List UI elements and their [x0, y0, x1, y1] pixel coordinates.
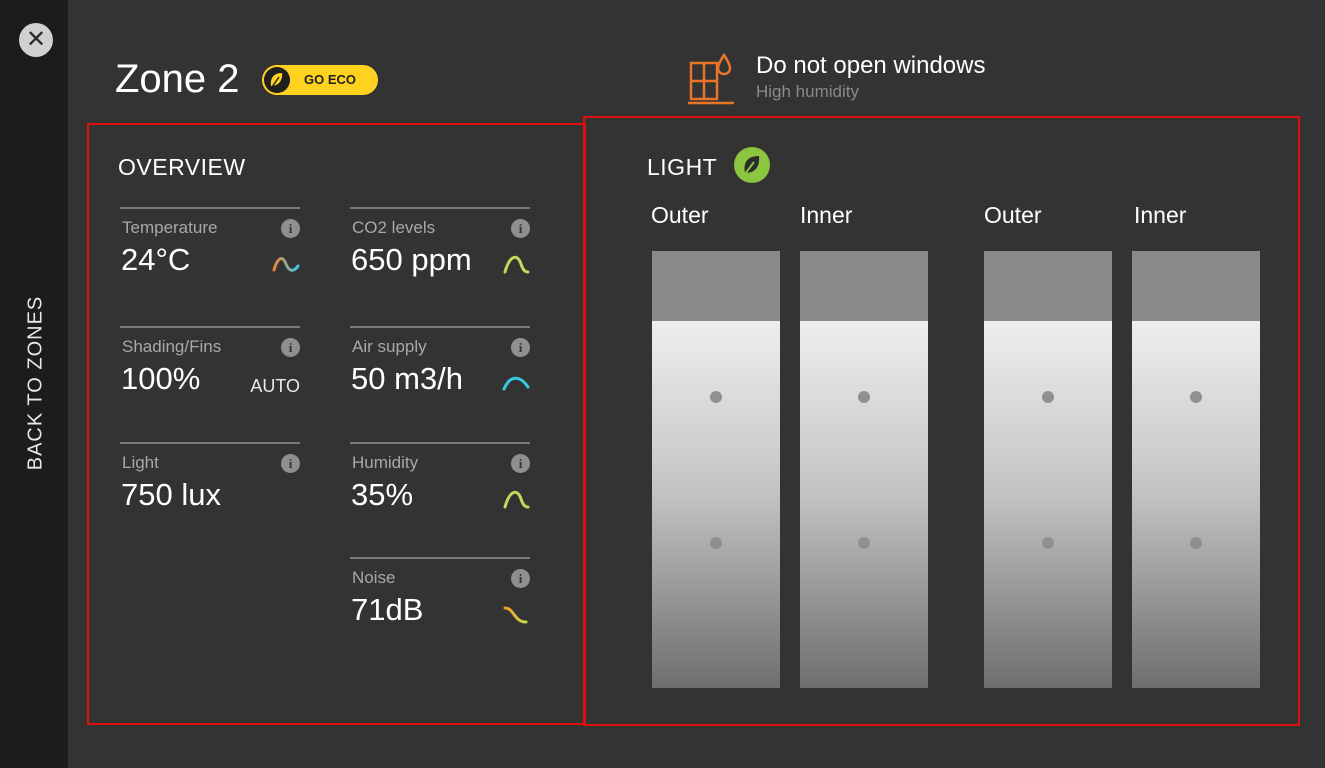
info-icon[interactable]: i: [511, 219, 530, 238]
blind-shade: [1132, 251, 1260, 321]
overview-title: OVERVIEW: [118, 154, 246, 180]
blind-handle[interactable]: [1190, 537, 1202, 549]
metric-label: Temperature: [122, 218, 218, 237]
go-eco-label: GO ECO: [304, 72, 357, 87]
blind-slider[interactable]: [800, 251, 928, 688]
metric-label: CO2 levels: [352, 218, 436, 237]
eco-leaf-icon: [734, 147, 770, 183]
metric-noise: Noise i 71dB: [350, 557, 530, 651]
info-icon[interactable]: i: [281, 454, 300, 473]
metric-label: Shading/Fins: [122, 337, 222, 356]
leaf-icon: [264, 67, 290, 93]
blind-shade: [800, 251, 928, 321]
blind-handle[interactable]: [1042, 537, 1054, 549]
window-humidity-icon: [688, 52, 734, 105]
blind-slider[interactable]: [652, 251, 780, 688]
blind-handle[interactable]: [710, 537, 722, 549]
column-label-inner: Inner: [800, 202, 853, 228]
air-trend-icon: [502, 376, 530, 391]
column-label-inner: Inner: [1134, 202, 1187, 228]
info-icon[interactable]: i: [281, 219, 300, 238]
close-button[interactable]: ✕: [19, 23, 53, 57]
back-to-zones-link[interactable]: BACK TO ZONES: [25, 296, 48, 471]
metric-value: 35%: [351, 477, 414, 512]
metric-label: Humidity: [352, 453, 419, 472]
alert-title: Do not open windows: [756, 52, 986, 79]
blind-handle[interactable]: [710, 391, 722, 403]
blind-handle[interactable]: [858, 391, 870, 403]
alert-subtitle: High humidity: [756, 82, 859, 101]
info-icon[interactable]: i: [281, 338, 300, 357]
info-icon[interactable]: i: [511, 569, 530, 588]
metric-value: 750 lux: [121, 477, 221, 512]
metric-label: Light: [122, 453, 159, 472]
light-title: LIGHT: [647, 154, 718, 180]
info-icon[interactable]: i: [511, 338, 530, 357]
metric-shading: Shading/Fins i 100% AUTO: [120, 326, 300, 420]
metric-label: Air supply: [352, 337, 427, 356]
metric-value: 24°C: [121, 242, 191, 277]
go-eco-button[interactable]: GO ECO: [262, 65, 378, 95]
blind-slider[interactable]: [1132, 251, 1260, 688]
blind-handle[interactable]: [858, 537, 870, 549]
blind-handle[interactable]: [1190, 391, 1202, 403]
metric-light: Light i 750 lux: [120, 442, 300, 536]
blind-slider[interactable]: [984, 251, 1112, 688]
blind-handle[interactable]: [1042, 391, 1054, 403]
blind-shade: [984, 251, 1112, 321]
noise-trend-icon: [503, 606, 528, 624]
page-title: Zone 2: [115, 57, 240, 101]
metric-label: Noise: [352, 568, 396, 587]
co2-trend-icon: [503, 255, 530, 274]
sidebar: ✕ BACK TO ZONES: [0, 0, 68, 768]
column-label-outer: Outer: [651, 202, 709, 228]
metric-value: 100%: [121, 361, 201, 396]
close-icon: ✕: [25, 26, 47, 53]
metric-co2: CO2 levels i 650 ppm: [350, 207, 530, 301]
metric-air-supply: Air supply i 50 m3/h: [350, 326, 530, 420]
info-icon[interactable]: i: [511, 454, 530, 473]
humidity-trend-icon: [503, 490, 530, 509]
shading-mode-label: AUTO: [250, 376, 300, 396]
column-label-outer: Outer: [984, 202, 1042, 228]
blind-shade: [652, 251, 780, 321]
metric-value: 71dB: [351, 592, 424, 627]
metric-value: 650 ppm: [351, 242, 472, 277]
temperature-trend-icon: [272, 257, 300, 272]
metric-humidity: Humidity i 35%: [350, 442, 530, 536]
metric-temperature: Temperature i 24°C: [120, 207, 300, 301]
metric-value: 50 m3/h: [351, 361, 464, 396]
